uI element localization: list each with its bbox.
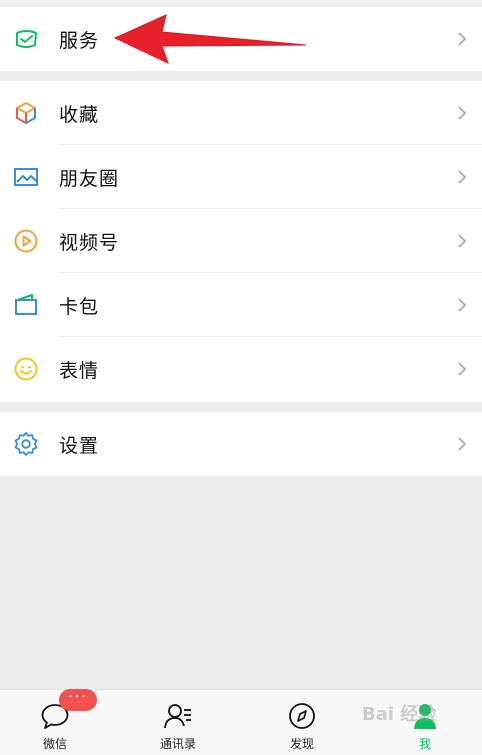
tab-label-discover: 发现 bbox=[289, 737, 314, 751]
chevron-right-icon bbox=[456, 435, 468, 453]
cube-icon bbox=[13, 100, 39, 126]
chevron-right-icon bbox=[456, 104, 468, 122]
menu-label-moments: 朋友圈 bbox=[59, 167, 120, 190]
card-wallet-icon bbox=[13, 292, 39, 318]
smiley-icon bbox=[13, 356, 39, 382]
menu-item-channels[interactable]: 视频号 bbox=[0, 209, 482, 273]
menu-label-channels: 视频号 bbox=[59, 231, 120, 254]
menu-item-stickers[interactable]: 表情 bbox=[0, 337, 482, 401]
menu-label-stickers: 表情 bbox=[59, 359, 100, 382]
tab-label-chats: 微信 bbox=[42, 737, 67, 751]
menu-label-favorites: 收藏 bbox=[59, 103, 100, 126]
settings-group: 设置 bbox=[0, 412, 482, 476]
menu-item-cards[interactable]: 卡包 bbox=[0, 273, 482, 337]
tab-label-me: 我 bbox=[418, 737, 431, 751]
chevron-right-icon bbox=[456, 296, 468, 314]
compass-icon bbox=[287, 702, 317, 730]
chevron-right-icon bbox=[456, 30, 468, 48]
menu-label-settings: 设置 bbox=[59, 434, 100, 457]
picture-icon bbox=[13, 164, 39, 190]
unread-badge: ··· bbox=[59, 689, 97, 711]
chevron-right-icon bbox=[456, 232, 468, 250]
contacts-icon bbox=[163, 702, 193, 730]
menu-item-settings[interactable]: 设置 bbox=[0, 412, 482, 476]
tab-discover[interactable]: 发现 bbox=[257, 690, 347, 755]
menu-item-moments[interactable]: 朋友圈 bbox=[0, 145, 482, 209]
tab-label-contacts: 通讯录 bbox=[159, 737, 196, 751]
red-arrow-annotation bbox=[113, 14, 307, 64]
tab-contacts[interactable]: 通讯录 bbox=[133, 690, 223, 755]
chevron-right-icon bbox=[456, 360, 468, 378]
features-group: 收藏 朋友圈 视频号 卡包 表情 bbox=[0, 81, 482, 402]
menu-label-services: 服务 bbox=[59, 29, 100, 52]
gear-icon bbox=[13, 431, 39, 457]
menu-label-cards: 卡包 bbox=[59, 295, 100, 318]
watermark: Bai 经验 bbox=[362, 704, 437, 725]
play-circle-icon bbox=[13, 228, 39, 254]
wallet-check-icon bbox=[13, 26, 39, 52]
chevron-right-icon bbox=[456, 168, 468, 186]
menu-item-favorites[interactable]: 收藏 bbox=[0, 81, 482, 145]
